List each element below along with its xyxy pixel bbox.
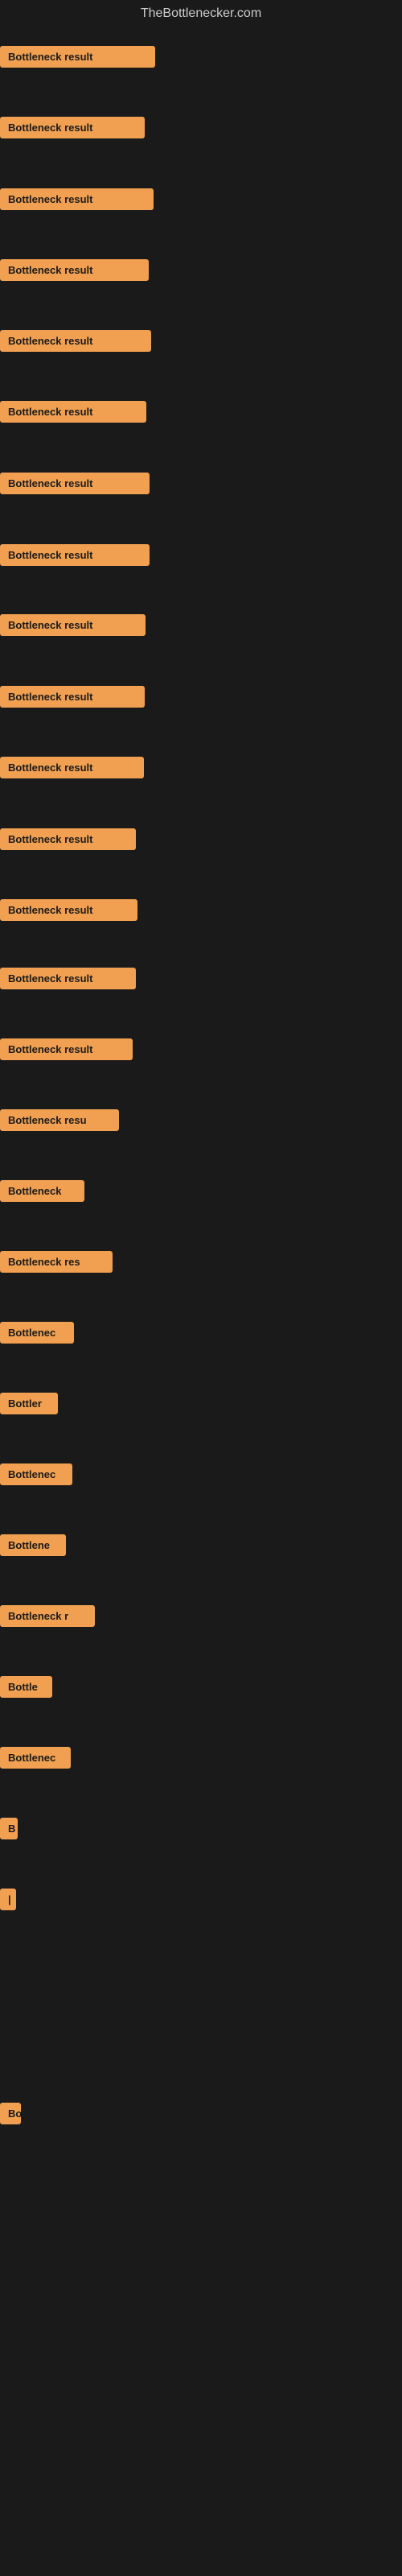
bottleneck-result-item: Bottleneck result <box>0 968 136 989</box>
bottleneck-result-item: | <box>0 1889 16 1910</box>
bottleneck-result-item: Bottleneck result <box>0 828 136 850</box>
bottleneck-result-item: Bottleneck res <box>0 1251 113 1273</box>
bottleneck-result-item: Bottleneck result <box>0 686 145 708</box>
bottleneck-result-item: Bottle <box>0 1676 52 1698</box>
bottleneck-result-item: Bottleneck r <box>0 1605 95 1627</box>
bottleneck-result-item: Bottlenec <box>0 1747 71 1769</box>
bottleneck-result-item: Bo <box>0 2103 21 2124</box>
bottleneck-result-item: Bottleneck result <box>0 544 150 566</box>
bottleneck-result-item: Bottleneck result <box>0 46 155 68</box>
bottleneck-result-item: B <box>0 1818 18 1839</box>
bottleneck-result-item: Bottleneck <box>0 1180 84 1202</box>
bottleneck-result-item: Bottleneck resu <box>0 1109 119 1131</box>
bottleneck-result-item: Bottleneck result <box>0 188 154 210</box>
bottleneck-result-item: Bottlene <box>0 1534 66 1556</box>
bottleneck-result-item: Bottleneck result <box>0 330 151 352</box>
bottleneck-result-item: Bottleneck result <box>0 401 146 423</box>
bottleneck-result-item: Bottlenec <box>0 1463 72 1485</box>
bottleneck-result-item: Bottleneck result <box>0 614 146 636</box>
bottleneck-result-item: Bottleneck result <box>0 1038 133 1060</box>
bottleneck-result-item: Bottleneck result <box>0 757 144 778</box>
bottleneck-result-item: Bottlenec <box>0 1322 74 1344</box>
site-title: TheBottlenecker.com <box>0 0 402 27</box>
bottleneck-result-item: Bottler <box>0 1393 58 1414</box>
bottleneck-result-item: Bottleneck result <box>0 473 150 494</box>
bottleneck-result-item: Bottleneck result <box>0 259 149 281</box>
bottleneck-result-item: Bottleneck result <box>0 117 145 138</box>
bottleneck-result-item: Bottleneck result <box>0 899 137 921</box>
